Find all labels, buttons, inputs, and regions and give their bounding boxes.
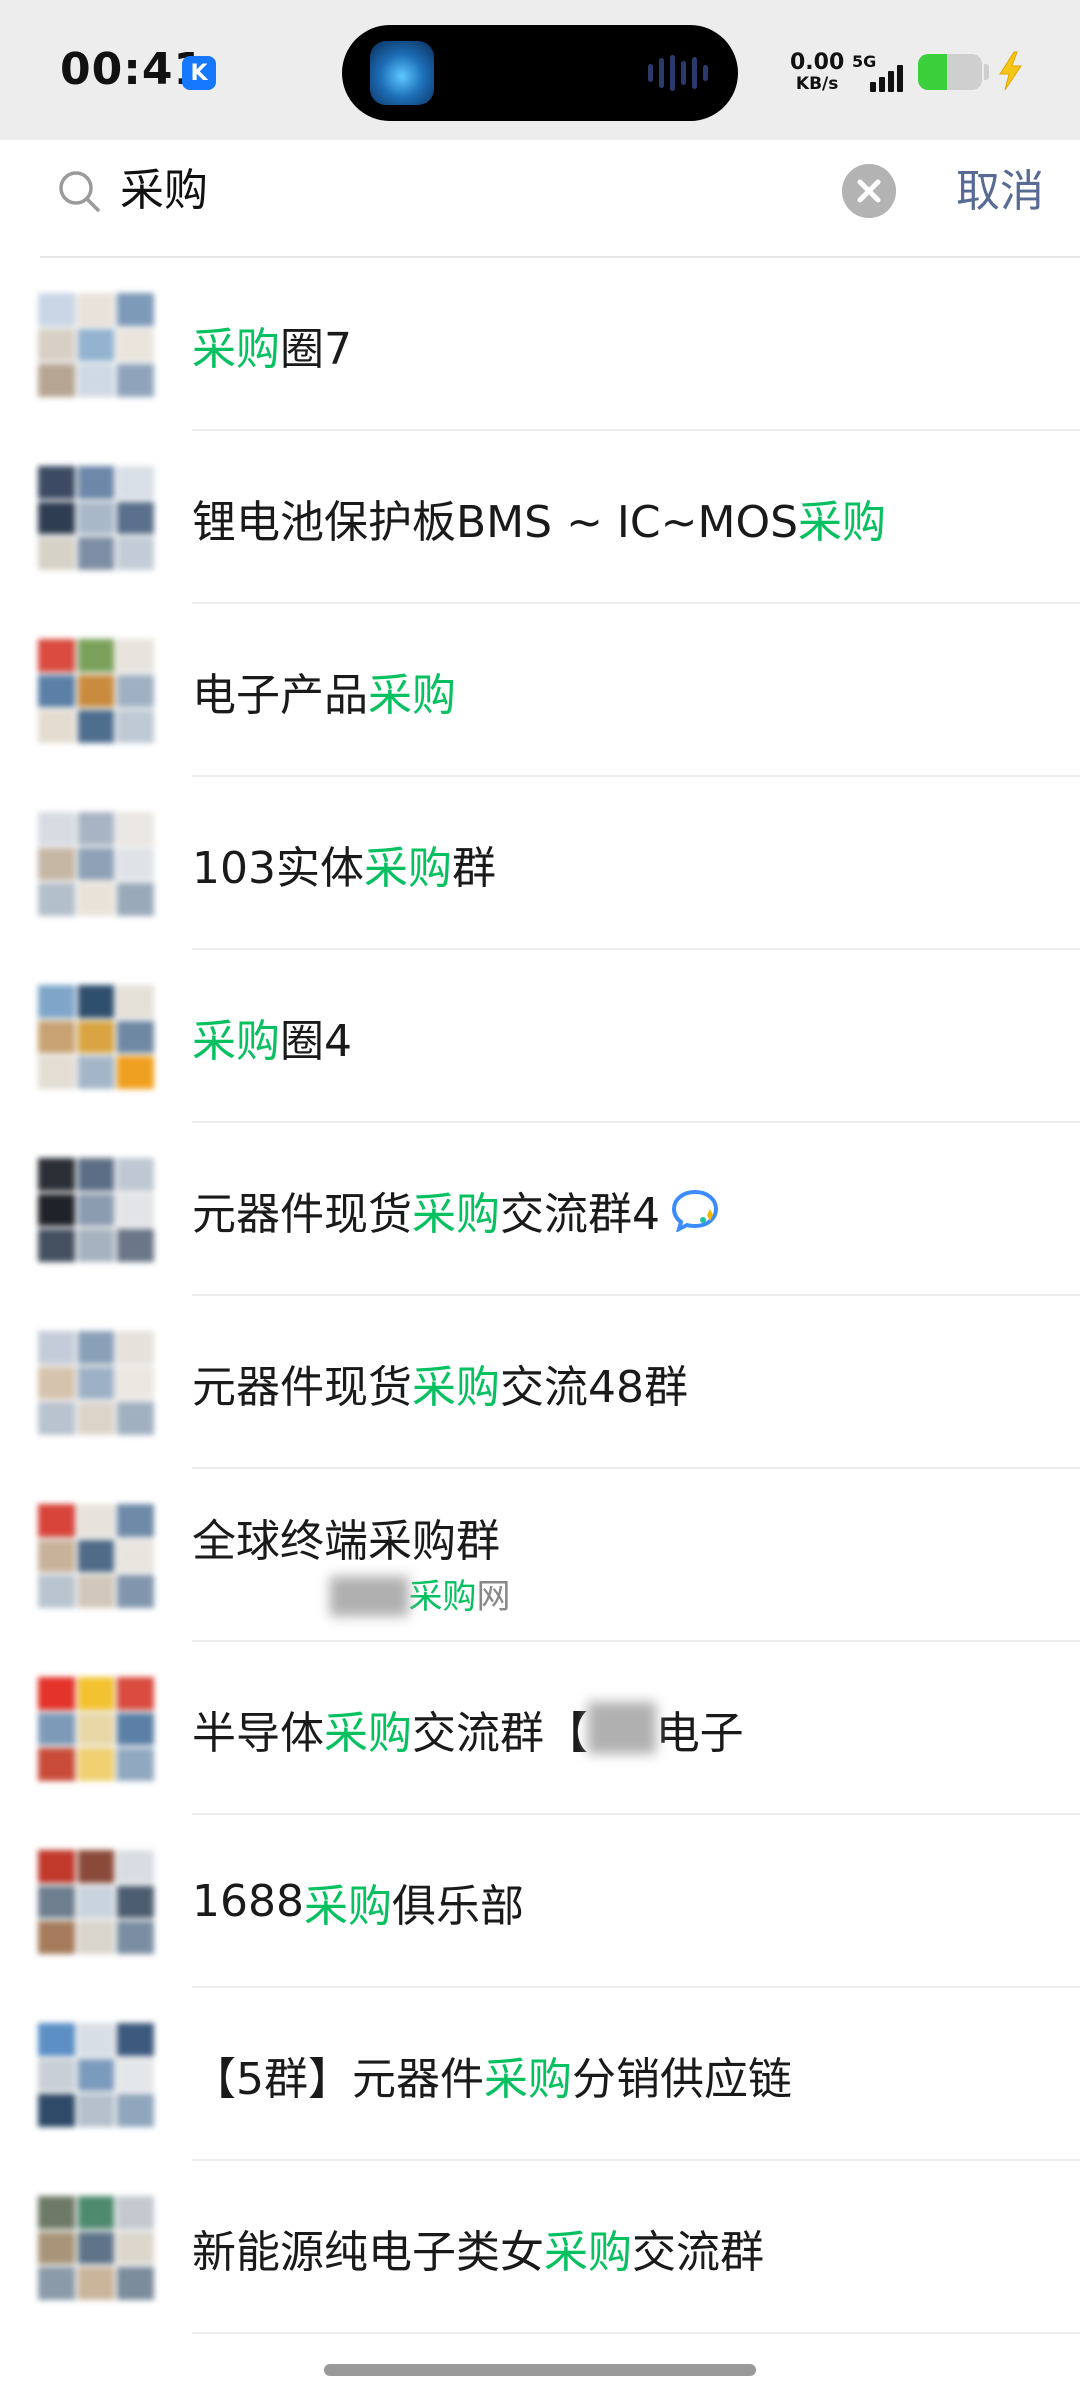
battery-level-fill bbox=[918, 54, 947, 90]
result-title: 【5群】元器件 采购 分销供应链 bbox=[192, 1988, 792, 2161]
cancel-button[interactable]: 取消 bbox=[956, 160, 1044, 224]
result-title: 采购 圈7 bbox=[192, 258, 352, 431]
search-results-list: 采购 圈7 锂电池保护板BMS ~ IC~MOS 采购 电子产品 采购 103实体 采购群采购… bbox=[0, 258, 1080, 2334]
net-speed-unit: KB/s bbox=[795, 74, 839, 94]
title-post: 交流群【 bbox=[412, 1707, 588, 1759]
network-speed: 0.00 KB/s bbox=[790, 52, 844, 93]
result-item[interactable]: 1688 采购 俱乐部 bbox=[0, 1815, 1080, 1988]
title-hl: 采购 bbox=[363, 842, 452, 894]
title-hl: 采购 bbox=[303, 1880, 392, 1932]
now-playing-app-icon bbox=[370, 41, 434, 105]
result-item[interactable]: 采购 圈7 bbox=[0, 258, 1080, 431]
redacted-text: ██ bbox=[588, 1703, 656, 1754]
group-avatar bbox=[38, 1331, 154, 1435]
title-pre: 半导体 bbox=[192, 1707, 324, 1759]
title-hl: 采购 bbox=[798, 496, 887, 548]
result-title: 半导体 采购 交流群【 ██ 电子 bbox=[192, 1642, 744, 1815]
group-avatar bbox=[38, 812, 154, 916]
title-hl: 采购 bbox=[192, 323, 280, 375]
title-post: 交流群4 bbox=[500, 1188, 660, 1240]
title-pre: 【5群】元器件 bbox=[192, 2053, 484, 2105]
title-hl: 采购 bbox=[192, 1015, 280, 1067]
battery-icon bbox=[918, 54, 982, 90]
result-title: 全球终端采购群 bbox=[192, 1505, 500, 1569]
title-hl: 采购 bbox=[412, 1188, 500, 1240]
title-hl: 采购 bbox=[368, 669, 456, 721]
search-bar[interactable]: 采购 bbox=[34, 148, 922, 234]
status-bar: 00:41 K 0.00 KB/s 5G bbox=[0, 0, 1080, 140]
dynamic-island[interactable] bbox=[342, 25, 738, 121]
search-input[interactable]: 采购 bbox=[120, 162, 208, 220]
net-speed-value: 0.00 bbox=[790, 50, 845, 75]
result-title: 1688 采购 俱乐部 bbox=[192, 1815, 524, 1988]
title-pre: 元器件现货 bbox=[192, 1361, 412, 1413]
subtitle-post: 网 bbox=[476, 1577, 511, 1617]
title-pre: 新能源纯电子类女 bbox=[192, 2226, 544, 2278]
result-item[interactable]: 全球终端采购群 ███采购网 bbox=[0, 1469, 1080, 1642]
result-item[interactable]: 103实体 采购群 bbox=[0, 777, 1080, 950]
group-avatar bbox=[38, 1158, 154, 1262]
title-pre: 103实体 bbox=[192, 842, 364, 894]
result-item[interactable]: 锂电池保护板BMS ~ IC~MOS 采购 bbox=[0, 431, 1080, 604]
result-item[interactable]: 元器件现货 采购 交流48群 bbox=[0, 1296, 1080, 1469]
result-subtitle: ███采购网 bbox=[330, 1569, 510, 1618]
group-avatar bbox=[38, 985, 154, 1089]
title-pre: 全球终端采购群 bbox=[192, 1516, 500, 1567]
result-title: 103实体 采购群 bbox=[192, 777, 496, 950]
home-indicator[interactable] bbox=[324, 2364, 756, 2376]
title-pre: 电子产品 bbox=[192, 669, 368, 721]
result-title: 电子产品 采购 bbox=[192, 604, 456, 777]
title-post: 交流群 bbox=[632, 2226, 764, 2278]
title-pre: 锂电池保护板BMS ~ IC~MOS bbox=[192, 496, 799, 548]
result-title: 采购 圈4 bbox=[192, 950, 352, 1123]
group-avatar bbox=[38, 2023, 154, 2127]
title-post: 俱乐部 bbox=[391, 1880, 524, 1932]
title-post2: 电子 bbox=[655, 1707, 744, 1759]
group-avatar bbox=[38, 293, 154, 397]
network-type: 5G bbox=[852, 52, 877, 71]
result-item[interactable]: 采购 圈4 bbox=[0, 950, 1080, 1123]
app-badge-icon: K bbox=[182, 56, 216, 90]
title-pre: 元器件现货 bbox=[192, 1188, 412, 1240]
title-post: 分销供应链 bbox=[572, 2053, 792, 2105]
result-item[interactable]: 【5群】元器件 采购 分销供应链 bbox=[0, 1988, 1080, 2161]
group-avatar bbox=[38, 639, 154, 743]
bolt-icon bbox=[999, 51, 1022, 91]
cellular-signal-icon: 5G bbox=[852, 52, 906, 92]
result-title: 元器件现货 采购 交流48群 bbox=[192, 1296, 688, 1469]
group-avatar bbox=[38, 1677, 154, 1781]
result-item[interactable]: 元器件现货 采购 交流群4 bbox=[0, 1123, 1080, 1296]
audio-wave-icon bbox=[648, 55, 708, 91]
title-post: 圈7 bbox=[280, 323, 352, 375]
subtitle-hl: 采购 bbox=[408, 1577, 477, 1617]
title-hl: 采购 bbox=[412, 1361, 500, 1413]
result-title: 锂电池保护板BMS ~ IC~MOS 采购 bbox=[192, 431, 886, 604]
group-avatar bbox=[38, 1850, 154, 1954]
group-avatar bbox=[38, 466, 154, 570]
result-title: 元器件现货 采购 交流群4 bbox=[192, 1123, 720, 1296]
title-post: 圈4 bbox=[280, 1015, 352, 1067]
title-pre: 1688 bbox=[192, 1876, 304, 1927]
ai-chat-icon bbox=[671, 1189, 719, 1232]
row-divider bbox=[192, 2332, 1080, 2334]
clear-icon[interactable] bbox=[842, 164, 896, 218]
title-hl: 采购 bbox=[544, 2226, 632, 2278]
result-item[interactable]: 半导体 采购 交流群【 ██ 电子 bbox=[0, 1642, 1080, 1815]
result-title: 新能源纯电子类女 采购 交流群 bbox=[192, 2161, 764, 2334]
title-hl: 采购 bbox=[324, 1707, 412, 1759]
title-post: 交流48群 bbox=[500, 1361, 688, 1413]
title-post: 群 bbox=[451, 842, 496, 894]
group-avatar bbox=[38, 1504, 154, 1608]
result-item[interactable]: 电子产品 采购 bbox=[0, 604, 1080, 777]
title-hl: 采购 bbox=[484, 2053, 572, 2105]
search-icon bbox=[59, 171, 100, 212]
battery-tip bbox=[984, 64, 989, 80]
redacted-text: ███ bbox=[330, 1577, 409, 1617]
result-item[interactable]: 新能源纯电子类女 采购 交流群 bbox=[0, 2161, 1080, 2334]
group-avatar bbox=[38, 2196, 154, 2300]
